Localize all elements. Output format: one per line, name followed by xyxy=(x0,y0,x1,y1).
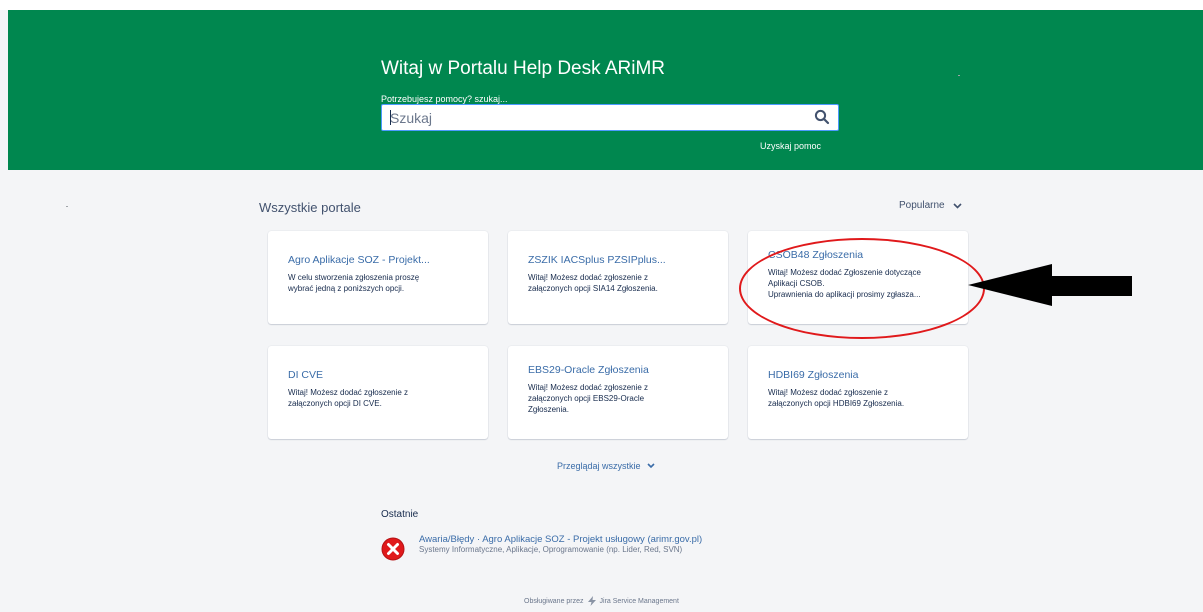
footer-prefix: Obsługiwane przez xyxy=(524,597,584,605)
stray-dot xyxy=(958,75,960,76)
portal-card-description-line: załączonych opcji DI CVE. xyxy=(288,399,382,408)
portal-card-description-line: Aplikacji CSOB. xyxy=(768,279,825,288)
portal-card-description-line: Witaj! Możesz dodać zgłoszenie z xyxy=(528,273,649,282)
portal-card-description: Witaj! Możesz dodać zgłoszenie z załączo… xyxy=(528,382,708,415)
portal-card-description-line: Witaj! Możesz dodać Zgłoszenie dotyczące xyxy=(768,268,921,277)
portal-card-description-line: Uprawnienia do aplikacji prosimy zgłasza… xyxy=(768,290,921,299)
chevron-down-icon xyxy=(646,463,655,469)
sort-dropdown-label: Popularne xyxy=(899,200,945,211)
search-box xyxy=(381,104,839,131)
portal-card-description-line: załączonych opcji EBS29-Oracle xyxy=(528,394,645,403)
portal-card-description: Witaj! Możesz dodać zgłoszenie z załączo… xyxy=(288,387,468,409)
search-help-label: Potrzebujesz pomocy? szukaj... xyxy=(381,94,508,104)
recent-request-title: Awaria/Błędy · Agro Aplikacje SOZ - Proj… xyxy=(419,534,703,545)
portal-card-title: CSOB48 Zgłoszenia xyxy=(768,249,864,261)
sort-dropdown[interactable]: Popularne xyxy=(899,200,962,211)
text-caret xyxy=(390,110,391,125)
portal-card-description-line: załączonych opcji HDBI69 Zgłoszenia. xyxy=(768,399,905,408)
portal-card-agro[interactable]: Agro Aplikacje SOZ - Projekt... W celu s… xyxy=(268,231,488,324)
error-icon xyxy=(381,537,405,561)
jira-service-management-link[interactable]: Jira Service Management xyxy=(600,598,679,605)
stray-dot xyxy=(66,206,68,207)
all-portals-heading: Wszystkie portale xyxy=(259,200,361,215)
portal-card-csob48[interactable]: CSOB48 Zgłoszenia Witaj! Możesz dodać Zg… xyxy=(748,231,968,324)
portal-card-description-line: Witaj! Możesz dodać zgłoszenie z xyxy=(528,383,649,392)
page-top-strip xyxy=(0,0,1203,10)
browse-all-button[interactable]: Przeglądaj wszystkie xyxy=(557,461,655,471)
chevron-down-icon xyxy=(953,202,962,209)
portal-card-description-line: załączonych opcji SIA14 Zgłoszenia. xyxy=(528,284,658,293)
portal-card-description: Witaj! Możesz dodać Zgłoszenie dotyczące… xyxy=(768,267,948,300)
portal-card-title: DI CVE xyxy=(288,369,324,381)
browse-all-label: Przeglądaj wszystkie xyxy=(557,461,641,471)
search-icon[interactable] xyxy=(814,109,830,125)
portal-card-description-line: Witaj! Możesz dodać zgłoszenie z xyxy=(768,388,889,397)
portal-card-title: ZSZIK IACSplus PZSIPplus... xyxy=(528,254,666,266)
portal-card-description: Witaj! Możesz dodać zgłoszenie z załączo… xyxy=(528,272,708,294)
hero-banner xyxy=(8,10,1203,170)
get-help-link[interactable]: Uzyskaj pomoc xyxy=(760,141,821,151)
recent-request-text: Awaria/Błędy · Agro Aplikacje SOZ - Proj… xyxy=(419,534,702,555)
recent-heading: Ostatnie xyxy=(381,509,419,520)
portal-card-title: Agro Aplikacje SOZ - Projekt... xyxy=(288,254,430,266)
search-input[interactable] xyxy=(382,105,810,130)
portal-card-description-line: Witaj! Możesz dodać zgłoszenie z xyxy=(288,388,409,397)
portal-card-description: Witaj! Możesz dodać zgłoszenie z załączo… xyxy=(768,387,948,409)
portal-card-description-line: wybrać jedną z poniższych opcji. xyxy=(288,284,405,293)
portal-card-description-line: W celu stworzenia zgłoszenia proszę xyxy=(288,273,420,282)
portal-card-hdbi69[interactable]: HDBI69 Zgłoszenia Witaj! Możesz dodać zg… xyxy=(748,346,968,439)
footer-powered-by: Obsługiwane przez Jira Service Managemen… xyxy=(524,596,679,606)
portal-card-ebs29[interactable]: EBS29-Oracle Zgłoszenia Witaj! Możesz do… xyxy=(508,346,728,439)
portal-card-zszik[interactable]: ZSZIK IACSplus PZSIPplus... Witaj! Możes… xyxy=(508,231,728,324)
jira-bolt-icon xyxy=(587,596,596,606)
portal-card-title: EBS29-Oracle Zgłoszenia xyxy=(528,364,649,376)
recent-request-subtitle: Systemy Informatyczne, Aplikacje, Oprogr… xyxy=(419,545,683,554)
page-title: Witaj w Portalu Help Desk ARiMR xyxy=(381,58,666,79)
portal-card-title: HDBI69 Zgłoszenia xyxy=(768,369,859,381)
recent-request-item[interactable]: Awaria/Błędy · Agro Aplikacje SOZ - Proj… xyxy=(381,530,841,564)
portal-card-dicve[interactable]: DI CVE Witaj! Możesz dodać zgłoszenie z … xyxy=(268,346,488,439)
portal-card-description-line: Zgłoszenia. xyxy=(528,405,569,414)
portal-card-description: W celu stworzenia zgłoszenia proszę wybr… xyxy=(288,272,468,294)
arrow-left-annotation xyxy=(968,264,1132,306)
